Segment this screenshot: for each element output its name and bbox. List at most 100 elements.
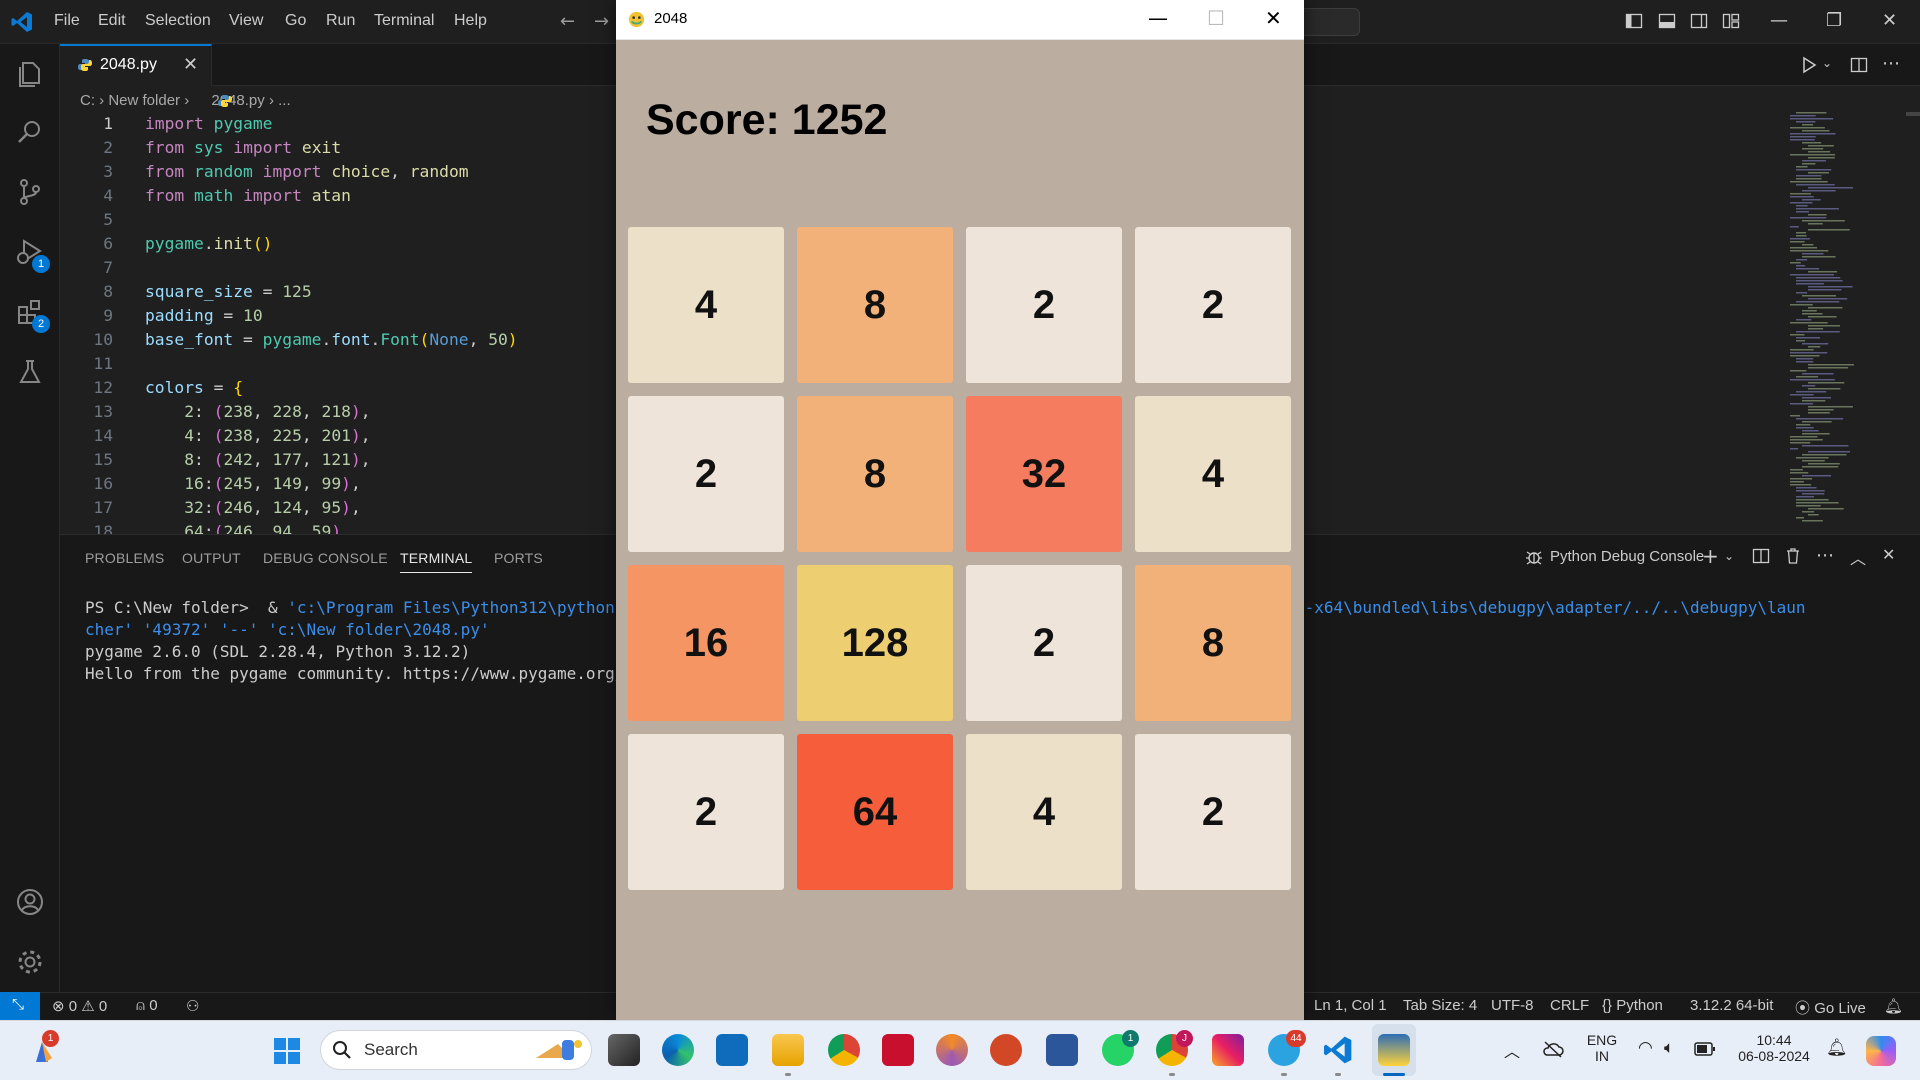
minimap[interactable] (1788, 112, 1888, 532)
volume-icon[interactable]: 🔈︎ (1664, 1038, 1674, 1058)
line-number: 8 (103, 282, 113, 301)
minimap-line (1790, 241, 1805, 243)
toggle-secondary-sidebar-icon[interactable] (1690, 12, 1708, 30)
menu-go[interactable]: Go (285, 12, 306, 30)
pygame-titlebar[interactable] (616, 0, 1304, 40)
breadcrumb-drive[interactable]: C: (80, 92, 95, 109)
clock[interactable]: 10:44 06-08-2024 (1732, 1032, 1816, 1064)
minimap-line (1808, 157, 1835, 159)
vscode-close-icon[interactable]: ✕ (1882, 10, 1897, 31)
remote-indicator[interactable]: ⤡ (0, 992, 40, 1020)
customize-layout-icon[interactable] (1722, 12, 1740, 30)
menu-run[interactable]: Run (326, 12, 355, 30)
breadcrumb-folder[interactable]: New folder (108, 92, 180, 109)
search-icon[interactable] (14, 116, 46, 148)
pygame-close-icon[interactable]: ✕ (1265, 6, 1282, 30)
tile: 4 (628, 227, 784, 383)
menu-edit[interactable]: Edit (98, 12, 126, 30)
maximize-panel-icon[interactable]: ︿ (1850, 545, 1866, 569)
panel-tab-problems[interactable]: PROBLEMS (85, 550, 164, 566)
language-code: ENG (1586, 1032, 1618, 1048)
status-ports[interactable]: ⍝ 0 (136, 997, 158, 1014)
language-indicator[interactable]: ENG IN (1582, 1032, 1622, 1064)
menu-selection[interactable]: Selection (145, 12, 211, 30)
menu-file[interactable]: File (54, 12, 80, 30)
pygame-minimize-icon[interactable]: — (1148, 6, 1168, 30)
status-encoding[interactable]: UTF-8 (1491, 997, 1534, 1014)
toggle-panel-icon[interactable] (1658, 12, 1676, 30)
terminal-instance-label[interactable]: Python Debug Console (1550, 548, 1704, 565)
brave-like-icon[interactable] (936, 1034, 968, 1066)
vscode-minimize-icon[interactable]: — (1770, 10, 1788, 31)
onedrive-offline-icon[interactable] (1542, 1040, 1564, 1058)
task-view-icon[interactable] (608, 1034, 640, 1066)
notifications-bell-icon[interactable]: 🔔︎ (1884, 997, 1903, 1015)
copilot-icon[interactable] (1866, 1036, 1896, 1066)
debug-status-icon[interactable]: ⚇ (186, 997, 199, 1015)
instagram-icon[interactable] (1212, 1034, 1244, 1066)
new-terminal-plus-icon[interactable]: + (1702, 544, 1719, 568)
menu-view[interactable]: View (229, 12, 263, 30)
breadcrumb-symbols[interactable]: ... (278, 92, 291, 109)
line-number: 3 (103, 162, 113, 181)
panel-tab-debug-console[interactable]: DEBUG CONSOLE (263, 550, 388, 566)
widget-badge: 1 (42, 1030, 59, 1047)
vscode-taskbar-icon[interactable] (1322, 1034, 1354, 1066)
kill-terminal-trash-icon[interactable] (1784, 547, 1802, 565)
whatsapp-badge: 1 (1122, 1030, 1139, 1047)
word-icon[interactable] (1046, 1034, 1078, 1066)
testing-flask-icon[interactable] (14, 356, 46, 388)
status-tab-size[interactable]: Tab Size: 4 (1403, 997, 1477, 1014)
menu-terminal[interactable]: Terminal (374, 12, 434, 30)
status-cursor-position[interactable]: Ln 1, Col 1 (1314, 997, 1387, 1014)
split-terminal-icon[interactable] (1752, 547, 1770, 565)
python-taskbar-icon[interactable] (1378, 1034, 1410, 1066)
minimap-line (1796, 376, 1819, 378)
split-editor-icon[interactable] (1850, 56, 1868, 74)
wifi-icon[interactable]: ◠ (1638, 1038, 1653, 1058)
windows-start-icon[interactable] (272, 1036, 302, 1066)
menu-help[interactable]: Help (454, 12, 487, 30)
panel-tab-output[interactable]: OUTPUT (182, 550, 241, 566)
breadcrumb: C: › New folder › 2048.py › ... (80, 92, 291, 109)
explorer-icon[interactable] (14, 58, 46, 90)
show-hidden-icons-chevron-icon[interactable]: ︿ (1504, 1038, 1520, 1062)
back-arrow-icon[interactable]: ← (560, 11, 575, 32)
command-center[interactable] (1300, 8, 1360, 36)
more-actions-icon[interactable]: ⋯ (1882, 53, 1900, 74)
edge-browser-icon[interactable] (662, 1034, 694, 1066)
terminal-dropdown-icon[interactable]: ⌄ (1724, 549, 1734, 563)
run-dropdown-chevron-icon[interactable]: ⌄ (1822, 56, 1832, 70)
powerpoint-icon[interactable] (990, 1034, 1022, 1066)
toggle-primary-sidebar-icon[interactable] (1625, 12, 1643, 30)
microsoft-store-icon[interactable] (716, 1034, 748, 1066)
status-language[interactable]: {} Python (1602, 997, 1663, 1014)
minimap-line (1802, 313, 1823, 315)
minimap-line (1790, 478, 1813, 480)
line-number: 9 (103, 306, 113, 325)
panel-more-actions-icon[interactable]: ⋯ (1816, 545, 1834, 566)
run-python-file-icon[interactable] (1800, 56, 1818, 74)
minimap-line (1790, 274, 1834, 276)
panel-tab-terminal[interactable]: TERMINAL (400, 550, 473, 573)
file-explorer-icon[interactable] (772, 1034, 804, 1066)
notification-center-bell-icon[interactable]: 🔔︎ (1826, 1038, 1848, 1058)
battery-icon[interactable] (1694, 1042, 1716, 1056)
status-eol[interactable]: CRLF (1550, 997, 1589, 1014)
minimap-line (1790, 154, 1836, 156)
chrome-icon[interactable] (828, 1034, 860, 1066)
status-go-live[interactable]: ⦿ Go Live (1795, 997, 1866, 1018)
vscode-maximize-icon[interactable]: ❐ (1826, 10, 1842, 31)
mcafee-icon[interactable] (882, 1034, 914, 1066)
source-control-icon[interactable] (14, 176, 46, 208)
settings-gear-icon[interactable] (14, 946, 46, 978)
status-interpreter[interactable]: 3.12.2 64-bit (1690, 997, 1773, 1014)
tab-close-icon[interactable]: ✕ (183, 54, 198, 75)
status-problems[interactable]: ⊗ 0 ⚠ 0 (52, 997, 107, 1015)
panel-tab-ports[interactable]: PORTS (494, 550, 543, 566)
accounts-icon[interactable] (14, 886, 46, 918)
minimap-line (1808, 463, 1840, 465)
scrollbar-slider[interactable] (1906, 112, 1920, 116)
close-panel-icon[interactable]: ✕ (1882, 545, 1895, 564)
forward-arrow-icon[interactable]: → (594, 11, 609, 32)
